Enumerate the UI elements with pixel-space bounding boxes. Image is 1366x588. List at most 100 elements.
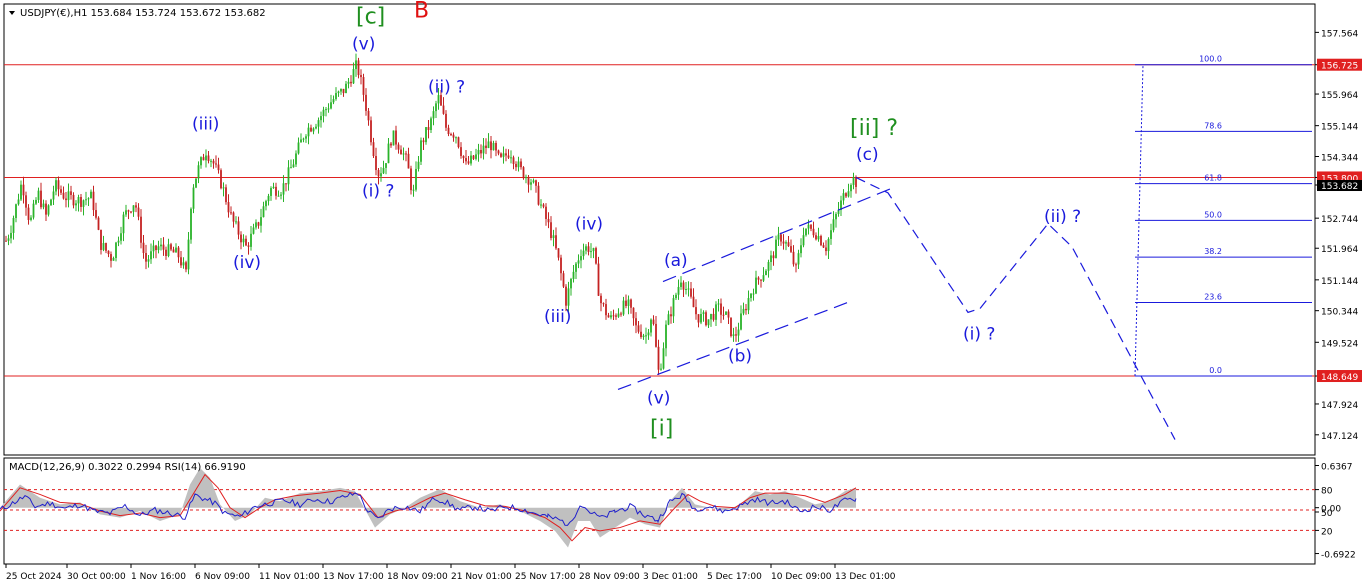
candle-body — [212, 160, 215, 164]
candle-body — [145, 253, 147, 262]
candle-body — [175, 247, 177, 253]
candle-body — [780, 234, 782, 242]
candle-body — [260, 217, 262, 226]
price-tick-label: 151.144 — [1321, 277, 1358, 287]
wave-label: (a) — [664, 251, 688, 271]
candle-body — [387, 143, 390, 164]
candle-body — [775, 239, 777, 259]
candle-body — [502, 153, 505, 157]
candle-body — [230, 212, 232, 214]
candle-body — [590, 251, 592, 253]
candle-body — [400, 149, 402, 155]
candle-body — [365, 94, 367, 111]
candle-body — [250, 233, 252, 247]
candle-body — [805, 228, 807, 236]
candle-body — [95, 210, 97, 218]
wave-label: (b) — [728, 346, 752, 366]
candle-body — [327, 108, 330, 110]
candle-body — [762, 275, 765, 281]
candle-body — [302, 138, 305, 140]
candle-body — [220, 170, 222, 189]
wave-label: [ii] ? — [850, 116, 898, 141]
candle-body — [690, 288, 692, 297]
candle-body — [832, 219, 835, 231]
candle-body — [290, 167, 292, 169]
candle-body — [177, 247, 180, 258]
candle-body — [745, 308, 747, 311]
candle-body — [192, 187, 195, 209]
candle-body — [372, 142, 375, 157]
indicator-tick-label: 80 — [1321, 487, 1333, 497]
candle-body — [790, 246, 792, 252]
candle-body — [522, 167, 525, 179]
candle-body — [197, 165, 200, 179]
candle-body — [542, 204, 545, 207]
candle-body — [352, 69, 355, 84]
candle-body — [452, 134, 455, 138]
candle-body — [657, 346, 660, 370]
fib-level-label: 0.0 — [1209, 366, 1222, 375]
wave-label: (v) — [352, 34, 375, 54]
candle-body — [62, 192, 65, 199]
wave-label: (iv) — [575, 215, 603, 235]
candle-body — [852, 176, 855, 185]
candle-body — [247, 245, 250, 247]
wave-label: [i] — [650, 417, 673, 442]
candle-body — [752, 293, 755, 295]
wave-label: (i) ? — [362, 182, 394, 202]
candle-body — [382, 167, 385, 174]
candle-body — [727, 311, 730, 318]
candle-body — [735, 334, 737, 336]
candle-body — [142, 242, 145, 254]
candle-body — [822, 245, 825, 248]
candle-body — [845, 193, 847, 197]
wave-label: (iii) — [192, 114, 219, 134]
candle-body — [720, 303, 722, 315]
candle-body — [375, 156, 377, 171]
candle-body — [620, 313, 622, 315]
wave-label: (ii) ? — [428, 78, 465, 98]
candle-body — [645, 335, 647, 337]
candle-body — [472, 155, 475, 159]
candle-body — [65, 198, 67, 201]
candle-body — [205, 155, 207, 161]
candle-body — [17, 199, 20, 205]
time-tick-label: 6 Nov 09:00 — [195, 572, 250, 582]
candle-body — [117, 240, 120, 243]
candle-body — [545, 206, 547, 219]
candle-body — [512, 157, 515, 164]
candle-body — [162, 244, 165, 250]
candle-body — [535, 180, 537, 186]
time-tick-label: 25 Oct 2024 — [6, 572, 62, 582]
candle-body — [150, 251, 152, 260]
candle-body — [807, 224, 810, 229]
candle-body — [5, 240, 7, 242]
candle-body — [85, 199, 87, 201]
candle-body — [497, 150, 500, 154]
candle-body — [152, 245, 155, 252]
candle-body — [532, 180, 535, 183]
candle-body — [75, 203, 77, 206]
candle-body — [170, 244, 172, 250]
candle-body — [190, 208, 192, 240]
indicator-tick-label: 50 — [1321, 509, 1333, 519]
candle-body — [800, 245, 802, 254]
candle-body — [217, 164, 220, 171]
candle-body — [330, 102, 332, 109]
candle-body — [435, 103, 437, 112]
candle-body — [122, 214, 125, 234]
candle-body — [215, 163, 217, 165]
trading-chart[interactable]: USDJPY(€),H1 153.684 153.724 153.672 153… — [0, 0, 1366, 588]
candle-body — [580, 256, 582, 261]
candle-body — [305, 136, 307, 139]
candle-body — [90, 191, 92, 199]
time-tick-label: 28 Nov 09:00 — [579, 572, 640, 582]
candle-body — [292, 164, 295, 168]
candle-body — [817, 236, 820, 240]
candle-body — [395, 130, 397, 145]
candle-body — [830, 230, 832, 239]
candle-body — [227, 202, 230, 213]
price-tick-label: 149.524 — [1321, 339, 1358, 349]
candle-body — [457, 137, 460, 148]
price-tick-label: 154.344 — [1321, 153, 1358, 163]
